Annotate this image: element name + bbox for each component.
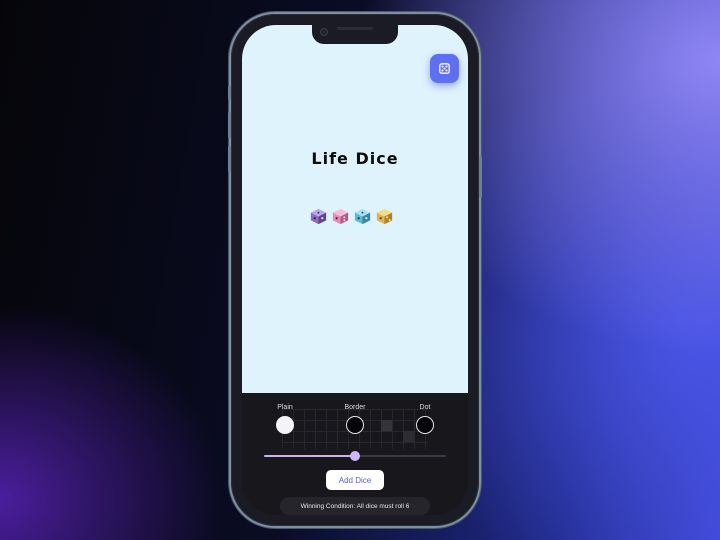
add-dice-button[interactable]: Add Dice: [326, 470, 384, 490]
dice-count-slider[interactable]: [264, 451, 446, 461]
roll-dice-button[interactable]: [430, 54, 459, 83]
dot-style-option[interactable]: [416, 416, 434, 434]
gold-dice-icon[interactable]: [376, 208, 393, 225]
plain-style-option[interactable]: [276, 416, 294, 434]
volume-up-button: [228, 112, 231, 138]
slider-fill: [264, 455, 355, 457]
controls-panel: Plain Border Dot Add Dice Winning Condit…: [242, 393, 468, 515]
grid-cell: [403, 431, 414, 442]
phone-frame: Life Dice Plain Border Dot Add Dice Winn…: [228, 14, 482, 526]
border-style-label: Border: [344, 404, 366, 411]
speaker: [337, 27, 373, 30]
purple-dice-icon[interactable]: [310, 208, 327, 225]
slider-thumb[interactable]: [350, 451, 360, 461]
dice-display-area: Life Dice: [242, 25, 468, 393]
front-camera: [320, 28, 328, 36]
blue-dice-icon[interactable]: [354, 208, 371, 225]
dot-style-label: Dot: [419, 404, 431, 411]
plain-style-label: Plain: [277, 404, 293, 411]
dice-icon: [439, 63, 450, 74]
border-style-option[interactable]: [346, 416, 364, 434]
volume-down-button: [228, 146, 231, 172]
notch: [312, 25, 398, 44]
grid-cell: [381, 420, 392, 431]
silent-switch: [228, 86, 231, 100]
dice-row: [310, 208, 393, 225]
phone-screen: Life Dice Plain Border Dot Add Dice Winn…: [242, 25, 468, 515]
app-title: Life Dice: [311, 149, 399, 168]
winning-condition: Winning Condition: All dice must roll 6: [280, 497, 430, 515]
power-button: [479, 156, 482, 198]
pink-dice-icon[interactable]: [332, 208, 349, 225]
